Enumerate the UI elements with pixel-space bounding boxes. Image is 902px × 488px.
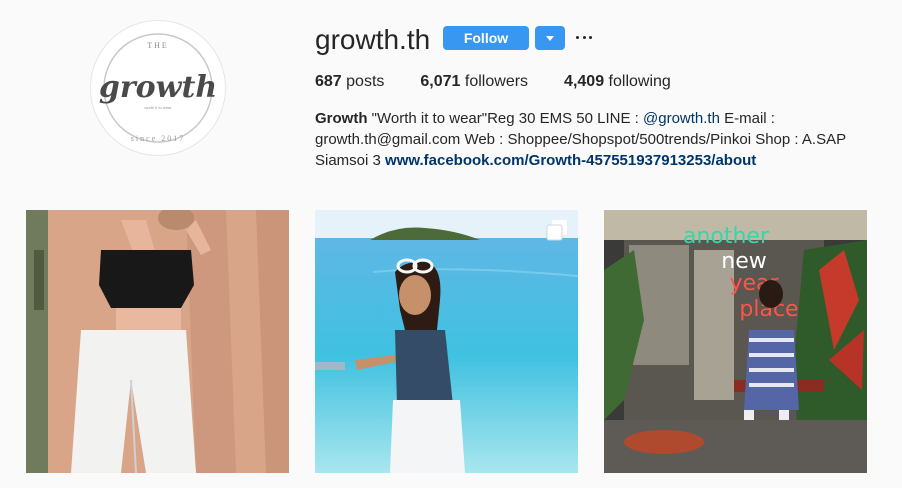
profile-bio: Growth "Worth it to wear"Reg 30 EMS 50 L… [315, 108, 875, 171]
posts-count: 687 [315, 73, 342, 90]
svg-text:THE: THE [147, 41, 169, 50]
following-count: 4,409 [564, 73, 605, 90]
more-options-button[interactable] [576, 28, 592, 46]
bio-mention[interactable]: @growth.th [643, 110, 720, 127]
svg-text:another: another [683, 224, 770, 249]
svg-text:worth it to wear: worth it to wear [144, 105, 172, 110]
stat-posts: 687 posts [315, 73, 384, 91]
followers-label: followers [464, 73, 529, 90]
followers-count: 6,071 [420, 73, 461, 90]
svg-text:growth: growth [99, 70, 217, 105]
suggestions-dropdown-button[interactable] [535, 26, 565, 50]
ellipsis-icon [576, 35, 592, 39]
stat-following[interactable]: 4,409 following [564, 73, 671, 91]
profile-avatar[interactable]: THE growth worth it to wear since 2017 [90, 20, 226, 156]
post-image [315, 210, 578, 473]
chevron-down-icon [546, 35, 554, 41]
follow-button[interactable]: Follow [443, 26, 529, 50]
growth-logo-icon: THE growth worth it to wear since 2017 [99, 33, 217, 143]
bio-text: "Worth it to wear"Reg 30 EMS 50 LINE : [367, 110, 643, 127]
stat-followers[interactable]: 6,071 followers [420, 73, 528, 91]
post-tile-3[interactable]: another new year place [604, 210, 867, 473]
post-tile-2[interactable] [315, 210, 578, 473]
posts-label: posts [346, 73, 385, 90]
multiple-photos-icon [546, 220, 567, 241]
post-image [26, 210, 289, 473]
profile-username: growth.th [315, 24, 431, 55]
post-tile-1[interactable] [26, 210, 289, 473]
bio-external-link[interactable]: www.facebook.com/Growth-457551937913253/… [385, 152, 756, 169]
profile-stats: 687 posts 6,071 followers 4,409 followin… [315, 73, 707, 91]
bio-name: Growth [315, 110, 368, 127]
svg-text:since 2017: since 2017 [131, 134, 185, 143]
post-image: another new year place [604, 210, 867, 473]
following-label: following [608, 73, 671, 90]
